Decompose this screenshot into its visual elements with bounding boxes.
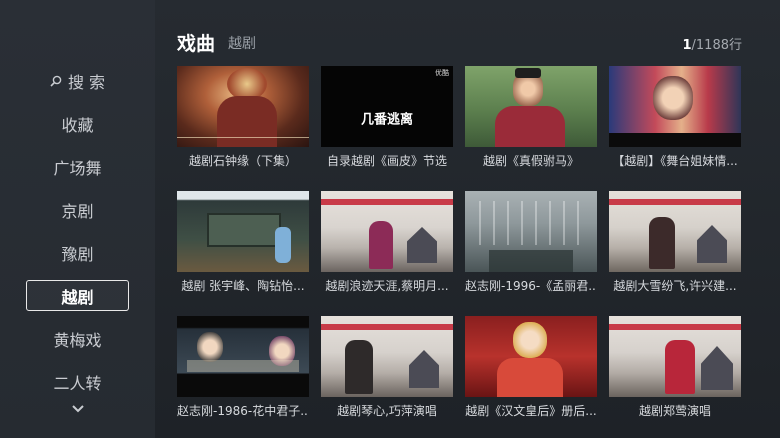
sidebar-search[interactable]: 搜 索 (26, 65, 129, 96)
performer-costume (217, 96, 277, 147)
banner-stripe (321, 324, 453, 330)
performer-costume (497, 358, 563, 397)
pavilion-drawing (409, 350, 439, 388)
sidebar-item-errenzhuan[interactable]: 二人转 (26, 366, 129, 397)
page-total: /1188行 (691, 38, 742, 53)
sidebar-search-label: 搜 索 (67, 72, 106, 92)
performer-figure (513, 322, 547, 358)
performer-figure (345, 340, 373, 394)
video-caption: 越剧《汉文皇后》册后... (465, 404, 597, 418)
pavilion-drawing (697, 225, 727, 263)
page-current: 1 (682, 38, 692, 53)
pavilion-drawing (407, 227, 437, 263)
video-card[interactable]: 【越剧】《舞台姐妹情... (609, 66, 741, 169)
video-thumbnail: 优酷 几番逃离 (321, 66, 453, 147)
video-caption: 赵志刚-1986-花中君子... (177, 404, 309, 418)
video-card[interactable]: 优酷 几番逃离 自录越剧《画皮》节选 (321, 66, 453, 169)
video-card[interactable]: 越剧《汉文皇后》册后... (465, 316, 597, 419)
video-thumbnail (177, 316, 309, 397)
video-caption: 【越剧】《舞台姐妹情... (612, 154, 738, 168)
video-card[interactable]: 越剧浪迹天涯,蔡明月... (321, 191, 453, 294)
sidebar-item-huangmei-opera[interactable]: 黄梅戏 (26, 323, 129, 354)
subtitle-line (177, 137, 309, 138)
video-thumbnail (465, 316, 597, 397)
sidebar-item-square-dance[interactable]: 广场舞 (26, 151, 129, 182)
video-thumbnail-text: 几番逃离 (360, 112, 413, 128)
banner-stripe (609, 324, 741, 330)
video-thumbnail (177, 191, 309, 272)
video-card[interactable]: 越剧大雪纷飞,许兴建... (609, 191, 741, 294)
performer-figure (369, 221, 393, 269)
video-caption: 赵志刚-1996-《孟丽君... (465, 279, 597, 293)
video-caption: 越剧琴心,巧萍演唱 (337, 404, 437, 418)
video-thumbnail (465, 66, 597, 147)
video-card[interactable]: 赵志刚-1996-《孟丽君... (465, 191, 597, 294)
page-subtitle: 越剧 (228, 36, 256, 52)
scenery (489, 250, 573, 272)
sidebar-item-yu-opera[interactable]: 豫剧 (26, 237, 129, 268)
content-area: 戏曲 越剧 1/1188行 越剧石钟缘（下集） 优酷 几番逃离 自录越剧《画皮》… (155, 0, 780, 438)
performer-figure (665, 340, 695, 394)
pavilion-drawing (701, 346, 733, 390)
page-indicator: 1/1188行 (682, 34, 742, 53)
chevron-down-icon[interactable] (70, 403, 86, 415)
video-source-tag: 优酷 (435, 69, 449, 77)
sidebar-item-yue-opera[interactable]: 越剧 (26, 280, 129, 311)
video-thumbnail (177, 66, 309, 147)
banner-stripe (609, 199, 741, 205)
stage-set (207, 213, 281, 247)
video-caption: 越剧石钟缘（下集） (188, 154, 297, 168)
video-thumbnail (609, 66, 741, 147)
video-card[interactable]: 赵志刚-1986-花中君子... (177, 316, 309, 419)
video-card[interactable]: 越剧琴心,巧萍演唱 (321, 316, 453, 419)
video-thumbnail (321, 191, 453, 272)
sidebar-item-peking-opera[interactable]: 京剧 (26, 194, 129, 225)
calligraphy-text (479, 201, 583, 245)
subtitle-bar (609, 133, 741, 147)
video-thumbnail (321, 316, 453, 397)
video-thumbnail (609, 316, 741, 397)
video-caption: 自录越剧《画皮》节选 (326, 154, 447, 168)
video-caption: 越剧 张宇峰、陶钻怡... (181, 279, 305, 293)
performer-figure (653, 76, 693, 120)
video-thumbnail (609, 191, 741, 272)
page-title: 戏曲 (177, 33, 216, 55)
subtitle-line (187, 360, 299, 372)
performer-figure (649, 217, 675, 269)
video-thumbnail (465, 191, 597, 272)
video-card[interactable]: 越剧 张宇峰、陶钻怡... (177, 191, 309, 294)
performer-figure (275, 227, 291, 263)
video-caption: 越剧郑莺演唱 (638, 404, 711, 418)
video-card[interactable]: 越剧石钟缘（下集） (177, 66, 309, 169)
performer-figure (197, 332, 223, 362)
search-icon (50, 75, 62, 87)
video-caption: 越剧大雪纷飞,许兴建... (613, 279, 737, 293)
video-caption: 越剧《真假驸马》 (482, 154, 579, 168)
banner-stripe (321, 199, 453, 205)
performer-costume (495, 106, 565, 147)
sidebar: 搜 索 收藏 广场舞 京剧 豫剧 越剧 黄梅戏 二人转 (0, 0, 155, 438)
performer-hat (515, 68, 541, 78)
sidebar-item-favorites[interactable]: 收藏 (26, 108, 129, 139)
video-card[interactable]: 越剧郑莺演唱 (609, 316, 741, 419)
video-caption: 越剧浪迹天涯,蔡明月... (325, 279, 449, 293)
video-card[interactable]: 越剧《真假驸马》 (465, 66, 597, 169)
